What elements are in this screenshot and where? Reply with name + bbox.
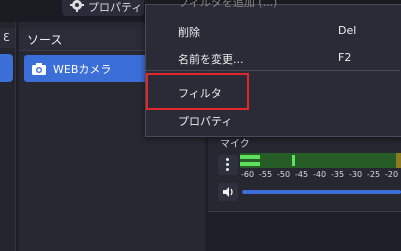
mute-button[interactable] (218, 183, 238, 201)
scale-tick: -20 (385, 170, 399, 179)
scale-tick: -55 (259, 170, 273, 179)
source-item-label: WEBカメラ (53, 63, 112, 76)
menu-item-rename[interactable]: 名前を変更... F2 (146, 46, 400, 70)
menu-item-label: 削除 (178, 26, 200, 39)
gear-icon (70, 0, 84, 12)
scale-tick: -45 (295, 170, 309, 179)
meter-level-top (240, 155, 260, 159)
menu-item-delete[interactable]: 削除 Del (146, 19, 400, 43)
scale-tick: -50 (277, 170, 291, 179)
kebab-icon (226, 158, 230, 173)
meter-level-bottom (240, 162, 260, 166)
scale-tick: -60 (241, 170, 255, 179)
meter-peak-marker (292, 155, 295, 166)
volume-slider[interactable] (242, 190, 401, 194)
meter-scale: -60 -55 -50 -45 -40 -35 -30 -25 -20 (241, 170, 401, 182)
menu-separator (146, 70, 400, 71)
mixer-channel-label: マイク (220, 139, 250, 150)
sources-title: ソース (27, 33, 63, 47)
meter-warning-zone (396, 153, 401, 168)
camera-icon (32, 63, 46, 75)
source-item-webcam[interactable]: WEBカメラ (24, 55, 154, 82)
menu-item-shortcut: F2 (338, 51, 352, 64)
volume-meter (240, 153, 401, 168)
context-menu-faded-item: フィルタを追加 (...) (178, 0, 278, 9)
menu-item-label: プロパティ (178, 115, 233, 128)
properties-button-label: プロパティ (88, 1, 143, 14)
filters-highlight-box (146, 73, 249, 110)
speaker-icon (223, 187, 233, 197)
menu-item-properties[interactable]: プロパティ (146, 108, 400, 132)
scale-tick: -40 (313, 170, 327, 179)
menu-item-label: 名前を変更... (178, 53, 244, 66)
scale-tick: -35 (331, 170, 345, 179)
scale-tick: -30 (349, 170, 363, 179)
menu-item-shortcut: Del (338, 24, 357, 37)
mixer-channel-menu-button[interactable] (218, 155, 238, 175)
scenes-header-glyph: Ɛ (3, 31, 10, 44)
scene-item-selected[interactable] (0, 54, 13, 82)
properties-button[interactable]: プロパティ (62, 0, 144, 16)
scale-tick: -25 (367, 170, 381, 179)
